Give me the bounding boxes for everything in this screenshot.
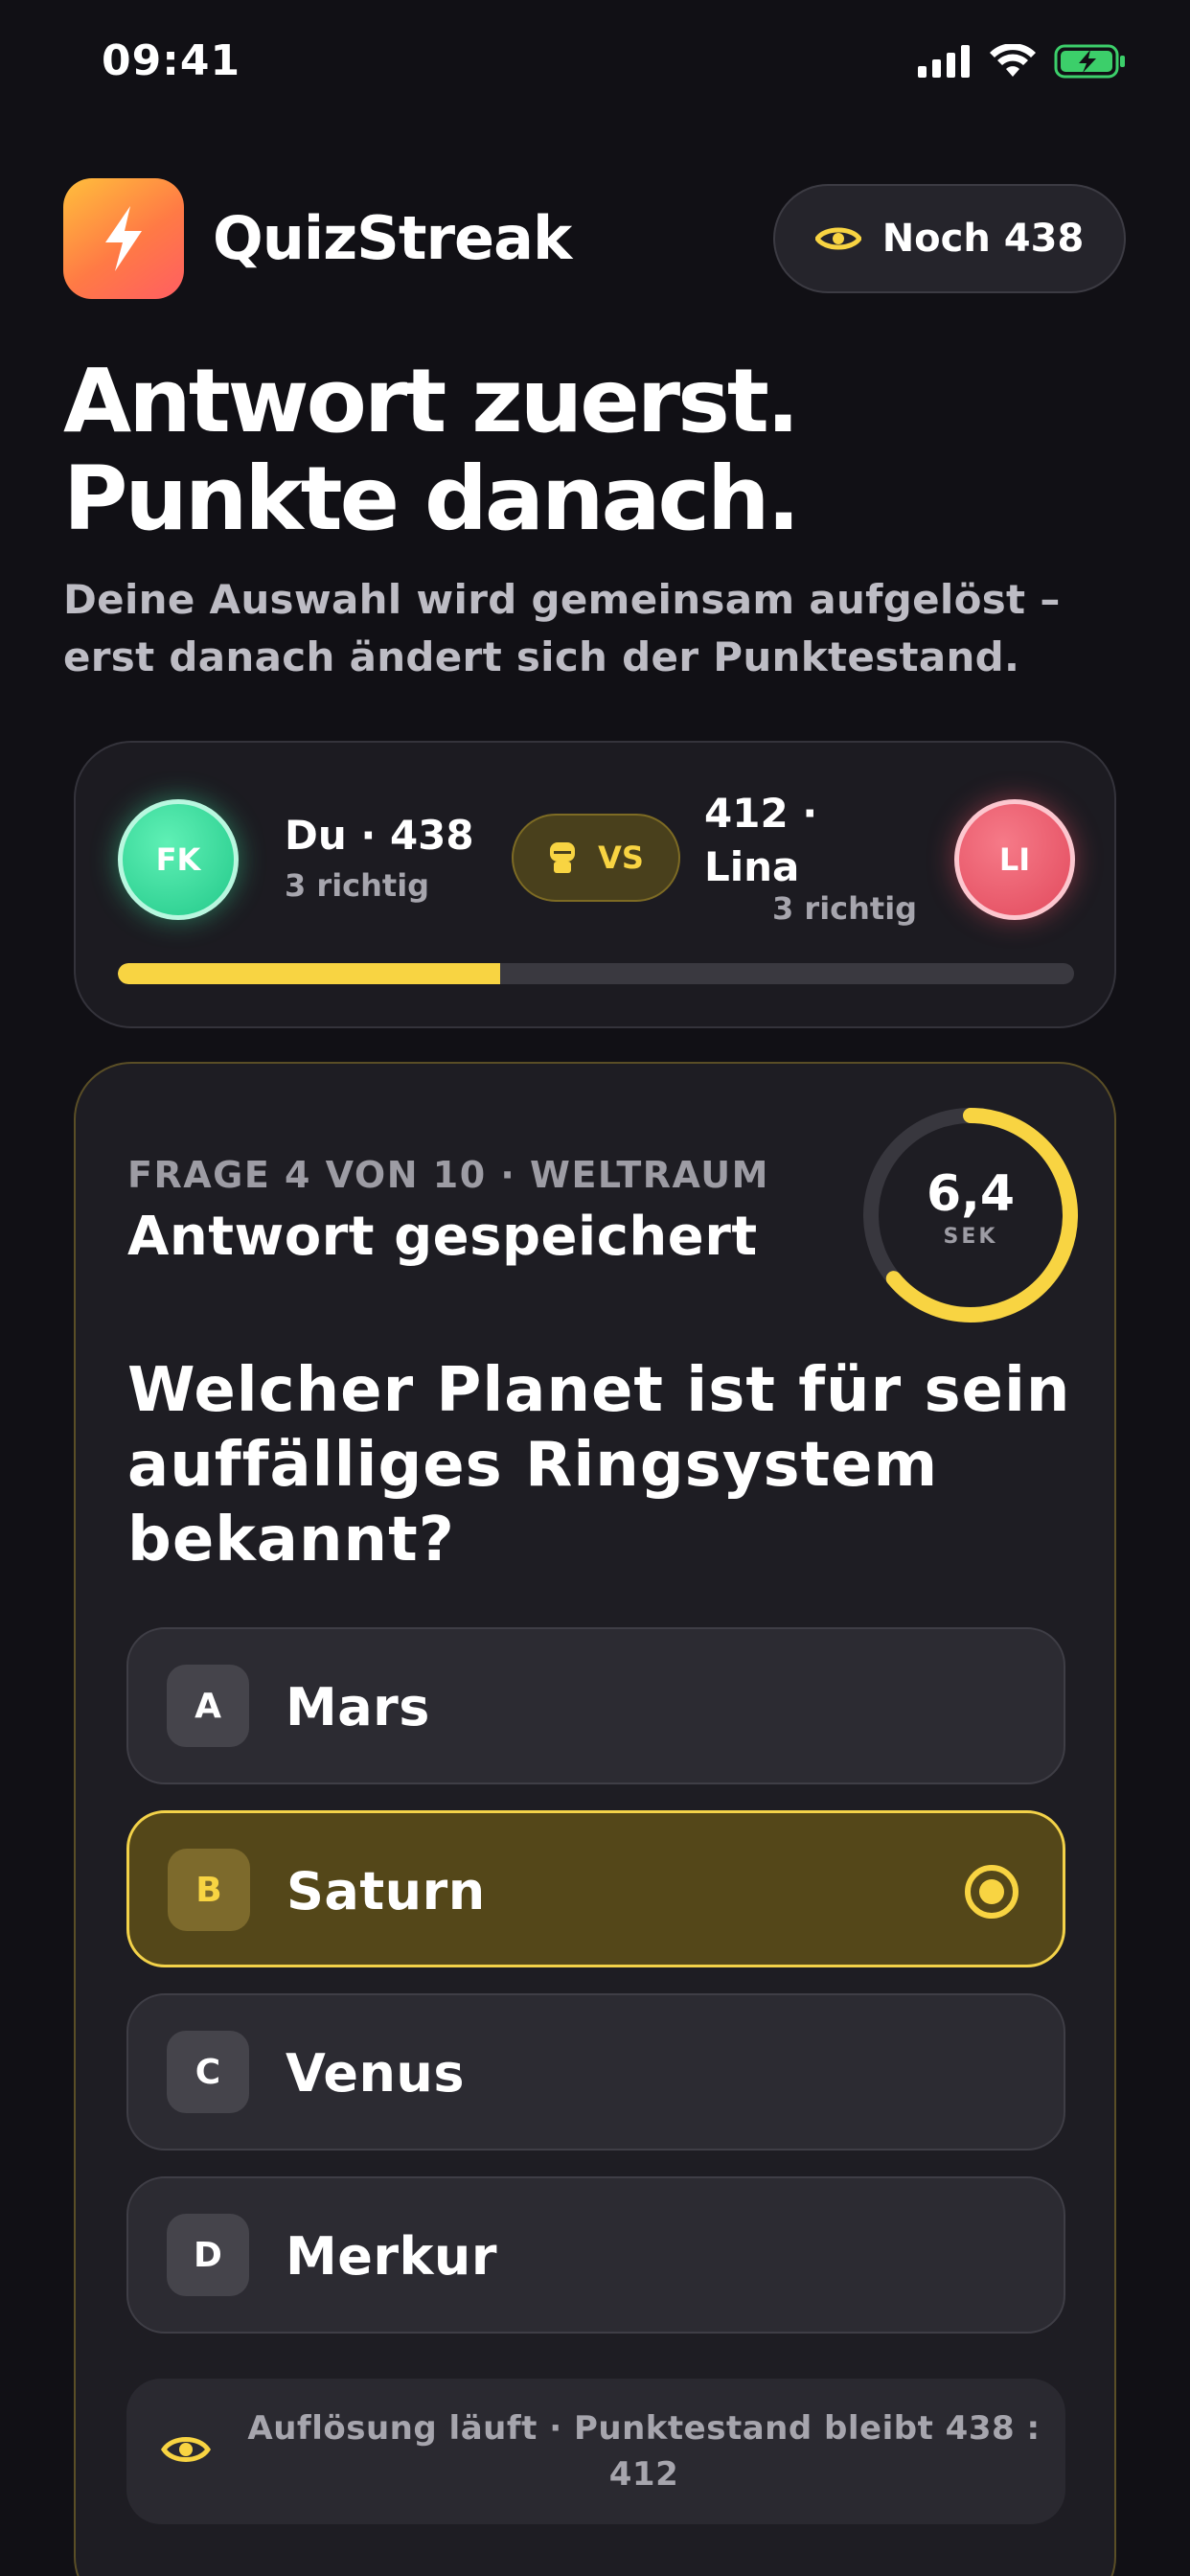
avatar-opponent: LI [954, 799, 1075, 920]
answer-letter: B [168, 1849, 250, 1931]
app-name: QuizStreak [213, 203, 572, 273]
status-time: 09:41 [102, 36, 241, 85]
my-score: Du · 438 [285, 812, 474, 859]
timer-value: 6,4 [926, 1165, 1016, 1223]
status-icons [918, 44, 1127, 79]
scoreboard: FK Du · 438 3 richtig VS 412 · Lina 3 ri… [74, 741, 1116, 1028]
app-logo [63, 178, 184, 299]
answer-label: Merkur [286, 2226, 497, 2287]
boxing-glove-icon [550, 842, 576, 873]
score-progress-fill [118, 963, 501, 984]
answer-option-c[interactable]: C Venus [126, 1993, 1065, 2150]
opponent-correct-count: 3 richtig [772, 890, 918, 927]
page-subtitle: Deine Auswahl wird gemeinsam aufgelöst –… [63, 576, 1061, 680]
question-text: Welcher Planet ist für sein auffälliges … [127, 1355, 1071, 1576]
page-title: Antwort zuerst. Punkte danach. [63, 350, 801, 550]
score-progress-bar [118, 963, 1074, 984]
question-meta: FRAGE 4 VON 10 · WELTRAUM [127, 1154, 769, 1196]
answer-letter: D [167, 2214, 249, 2296]
answer-option-b[interactable]: B Saturn [126, 1810, 1065, 1967]
wifi-icon [990, 44, 1036, 77]
answer-letter: A [167, 1665, 249, 1747]
resolution-info: Auflösung läuft · Punktestand bleibt 438… [126, 2379, 1065, 2524]
lightning-icon [105, 206, 142, 271]
radio-selected-icon [965, 1865, 1018, 1919]
answer-label: Venus [286, 2043, 465, 2104]
battery-charging-icon [1054, 44, 1125, 79]
remaining-label: Noch 438 [881, 217, 1085, 261]
answer-letter: C [167, 2031, 249, 2113]
countdown-timer: 6,4 SEK [858, 1102, 1084, 1328]
remaining-button[interactable]: Noch 438 [773, 184, 1126, 293]
answer-label: Mars [286, 1677, 430, 1737]
answer-label: Saturn [286, 1861, 486, 1921]
opponent-score: 412 · Lina [704, 790, 818, 890]
vs-badge: VS [512, 814, 680, 902]
question-card: FRAGE 4 VON 10 · WELTRAUM Antwort gespei… [74, 1062, 1116, 2576]
resolution-info-text: Auflösung läuft · Punktestand bleibt 438… [247, 2409, 1041, 2494]
answer-option-a[interactable]: A Mars [126, 1627, 1065, 1784]
my-correct-count: 3 richtig [285, 867, 430, 904]
eye-icon [161, 2437, 211, 2462]
vs-label: VS [598, 840, 644, 876]
quiz-screen: 09:41 QuizStreak Noch 438 Antwort zuerst… [0, 0, 1190, 2576]
timer-unit: SEK [943, 1225, 998, 1249]
question-status: Antwort gespeichert [127, 1206, 758, 1268]
eye-icon [814, 227, 861, 250]
avatar-me: FK [118, 799, 239, 920]
answer-option-d[interactable]: D Merkur [126, 2176, 1065, 2334]
signal-icon [918, 45, 970, 78]
